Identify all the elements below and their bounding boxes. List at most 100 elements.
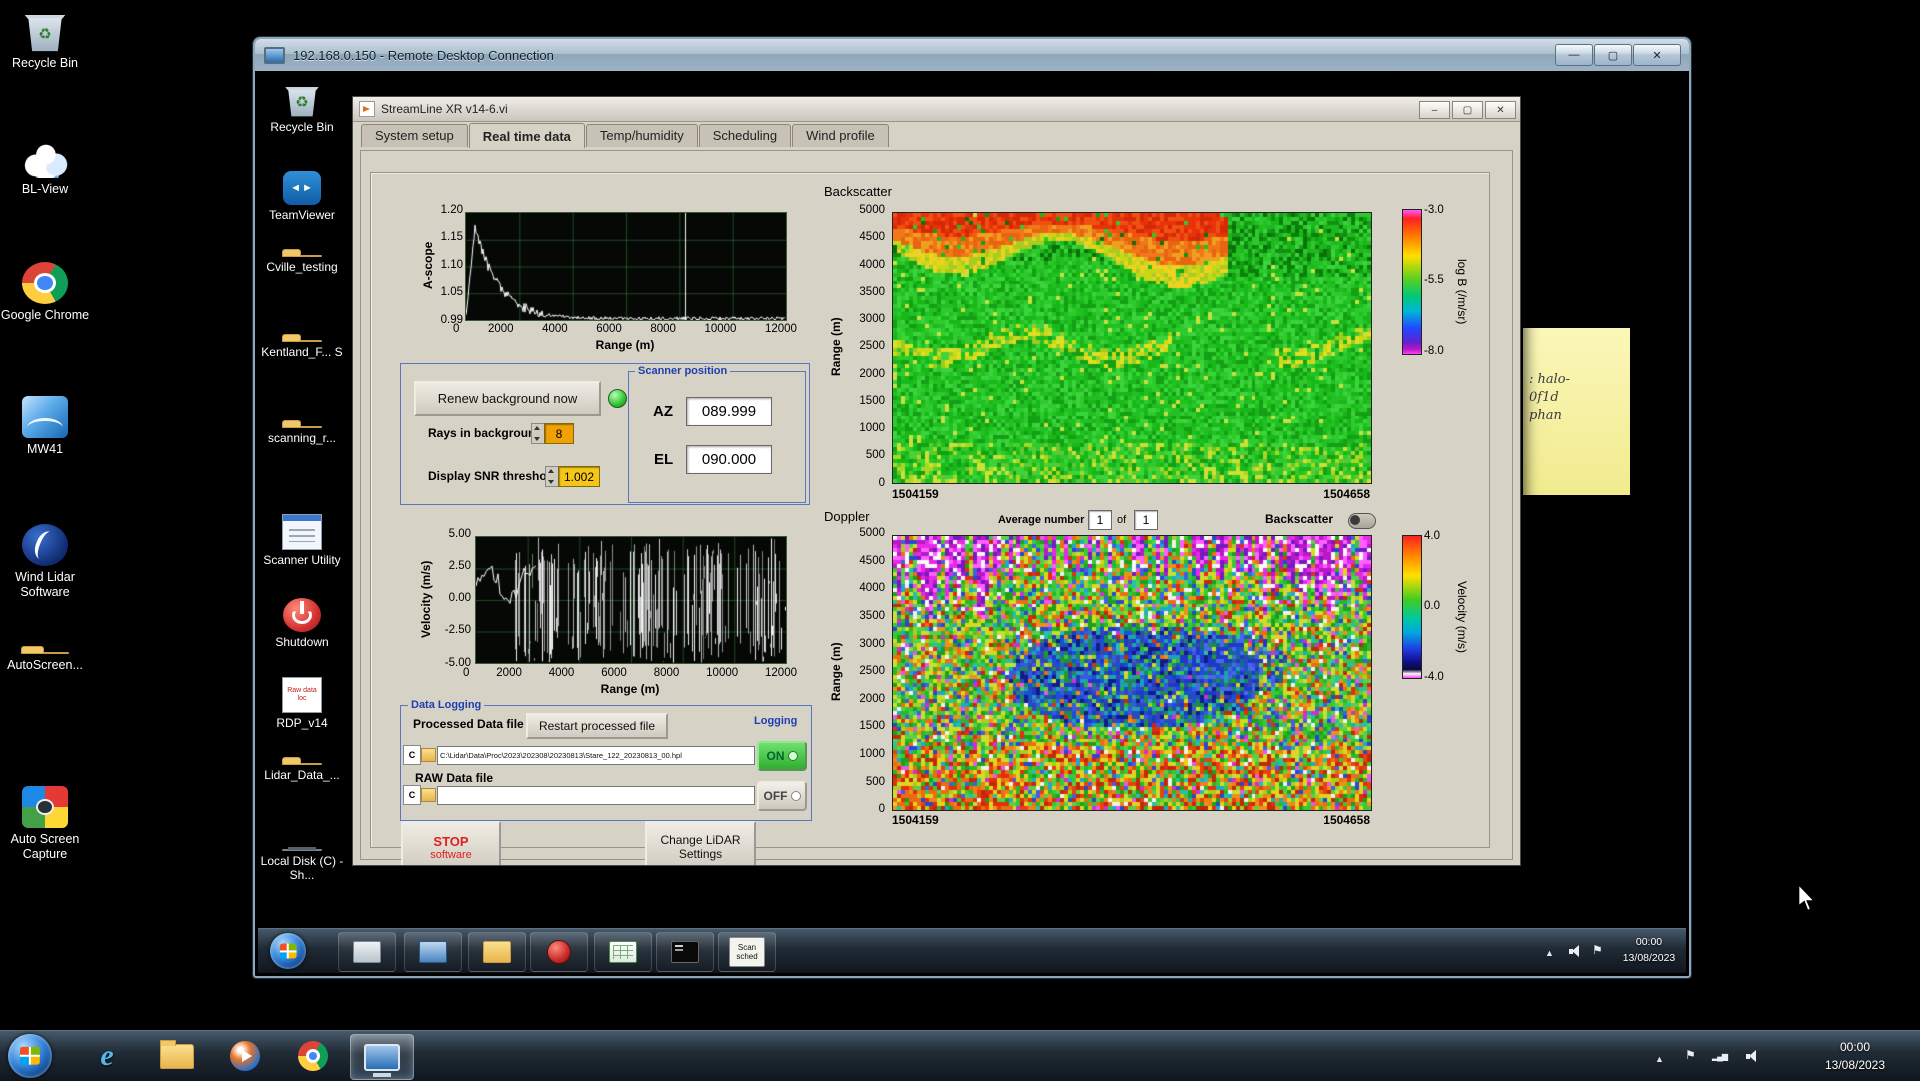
taskbar-button-explorer[interactable] bbox=[146, 1034, 208, 1078]
rdp-titlebar[interactable]: 192.168.0.150 - Remote Desktop Connectio… bbox=[255, 39, 1689, 71]
minimize-button[interactable]: — bbox=[1555, 44, 1593, 66]
remote-icon-local-disk[interactable]: Local Disk (C) - Sh... bbox=[260, 849, 344, 883]
remote-taskbar-button-folder[interactable] bbox=[468, 932, 526, 972]
taskbar-button-chrome[interactable] bbox=[282, 1034, 344, 1078]
folder-icon bbox=[282, 340, 322, 342]
tab-wind-profile[interactable]: Wind profile bbox=[792, 124, 889, 147]
tick-label: 1000 bbox=[859, 749, 885, 761]
raw-browse-button[interactable] bbox=[421, 788, 436, 802]
shutdown-icon bbox=[283, 598, 321, 632]
start-button[interactable] bbox=[8, 1034, 52, 1078]
close-button[interactable]: ✕ bbox=[1633, 44, 1681, 66]
backscatter-toggle[interactable] bbox=[1348, 513, 1376, 529]
minimize-button[interactable]: – bbox=[1419, 101, 1450, 119]
tab-real-time-data[interactable]: Real time data bbox=[469, 123, 585, 148]
desktop-icon-recycle-bin[interactable]: Recycle Bin bbox=[0, 10, 90, 71]
remote-start-button[interactable] bbox=[270, 933, 306, 969]
tray-expand-icon[interactable] bbox=[1655, 1051, 1664, 1065]
network-icon[interactable] bbox=[1712, 1048, 1727, 1062]
tick-label: 3500 bbox=[859, 611, 885, 623]
rays-value[interactable]: 8 bbox=[544, 423, 574, 444]
remote-clock-time: 00:00 bbox=[1616, 935, 1682, 951]
remote-icon-label: Lidar_Data_... bbox=[260, 768, 344, 782]
chrome-icon bbox=[22, 262, 68, 304]
tick-label: 2500 bbox=[859, 341, 885, 353]
remote-desktop-icon bbox=[364, 1044, 400, 1071]
desktop-icon-autoscreen-folder[interactable]: AutoScreen... bbox=[0, 652, 90, 673]
remote-taskbar-button-window[interactable] bbox=[404, 932, 462, 972]
stop-label: STOP bbox=[433, 834, 468, 849]
stop-label2: software bbox=[430, 849, 472, 861]
remote-icon-teamviewer[interactable]: TeamViewer bbox=[260, 171, 344, 222]
processed-path-field[interactable]: C:\Lidar\Data\Proc\2023\202308\20230813\… bbox=[437, 746, 755, 765]
tick-label: 2.50 bbox=[449, 561, 471, 573]
restart-processed-file-button[interactable]: Restart processed file bbox=[526, 713, 668, 739]
desktop-icon-auto-screen-capture[interactable]: Auto Screen Capture bbox=[0, 786, 90, 862]
taskbar-button-media-player[interactable] bbox=[214, 1034, 276, 1078]
raw-logging-off-button[interactable]: OFF bbox=[757, 781, 807, 811]
remote-icon-label: Local Disk (C) - Sh... bbox=[260, 854, 344, 883]
rays-spinner[interactable] bbox=[531, 423, 545, 444]
maximize-button[interactable]: ▢ bbox=[1452, 101, 1483, 119]
processed-logging-on-button[interactable]: ON bbox=[757, 741, 807, 771]
snr-spinner[interactable] bbox=[545, 466, 559, 487]
desktop-icon-wind-lidar[interactable]: Wind Lidar Software bbox=[0, 524, 90, 600]
folder-icon bbox=[282, 255, 322, 257]
remote-icon-scanning[interactable]: scanning_r... bbox=[260, 426, 344, 445]
taskbar-button-remote-desktop[interactable] bbox=[350, 1034, 414, 1080]
change-lidar-settings-button[interactable]: Change LiDAR Settings bbox=[645, 821, 756, 866]
remote-icon-cville-testing[interactable]: Cville_testing bbox=[260, 255, 344, 274]
remote-taskbar-button-scan-sched[interactable]: Scan sched bbox=[718, 932, 776, 972]
stop-software-button[interactable]: STOP software bbox=[401, 821, 501, 866]
raw-path-field[interactable] bbox=[437, 786, 755, 805]
sticky-note[interactable]: : halo- 0f1d phan bbox=[1523, 328, 1630, 495]
remote-taskbar-button-spreadsheet[interactable] bbox=[594, 932, 652, 972]
tick-label: 5.00 bbox=[449, 529, 471, 541]
remote-volume-icon[interactable] bbox=[1569, 945, 1584, 957]
remote-tray-expand-icon[interactable] bbox=[1545, 945, 1554, 959]
processed-browse-button[interactable] bbox=[421, 748, 436, 762]
remote-taskbar-button-terminal[interactable] bbox=[656, 932, 714, 972]
desktop-icon-mw41[interactable]: MW41 bbox=[0, 396, 90, 457]
renew-background-button[interactable]: Renew background now bbox=[414, 381, 601, 416]
screen-capture-icon bbox=[22, 786, 68, 828]
remote-icon-label: Cville_testing bbox=[260, 260, 344, 274]
remote-taskbar-button-power[interactable] bbox=[530, 932, 588, 972]
az-value[interactable]: 089.999 bbox=[686, 397, 772, 426]
desktop-icon-label: BL-View bbox=[0, 182, 90, 197]
remote-icon-kentland[interactable]: Kentland_F... S bbox=[260, 340, 344, 359]
remote-icon-recycle-bin[interactable]: Recycle Bin bbox=[260, 83, 344, 134]
desktop-icon-bl-view[interactable]: BL-View bbox=[0, 136, 90, 197]
cloud-icon bbox=[22, 136, 68, 178]
tab-system-setup[interactable]: System setup bbox=[361, 124, 468, 147]
remote-action-center-icon[interactable] bbox=[1592, 943, 1603, 957]
close-button[interactable]: ✕ bbox=[1485, 101, 1516, 119]
remote-taskbar-button-keyboard[interactable] bbox=[338, 932, 396, 972]
streamline-titlebar[interactable]: StreamLine XR v14-6.vi – ▢ ✕ bbox=[353, 97, 1520, 122]
tab-temp-humidity[interactable]: Temp/humidity bbox=[586, 124, 698, 147]
volume-icon[interactable] bbox=[1746, 1050, 1761, 1062]
processed-drive-letter[interactable]: C bbox=[403, 745, 421, 765]
remote-icon-lidar-data[interactable]: Lidar_Data_... bbox=[260, 763, 344, 782]
raw-drive-letter[interactable]: C bbox=[403, 785, 421, 805]
el-value[interactable]: 090.000 bbox=[686, 445, 772, 474]
average-number-value[interactable]: 1 bbox=[1088, 510, 1112, 530]
remote-clock[interactable]: 00:00 13/08/2023 bbox=[1616, 935, 1682, 967]
backscatter-colorbar-label: log B (/m/sr) bbox=[1454, 227, 1470, 357]
snr-value[interactable]: 1.002 bbox=[558, 466, 600, 487]
taskbar-button-internet-explorer[interactable] bbox=[76, 1034, 138, 1078]
desktop-icon-google-chrome[interactable]: Google Chrome bbox=[0, 262, 90, 323]
recycle-bin-icon bbox=[283, 83, 321, 117]
action-center-icon[interactable] bbox=[1685, 1048, 1696, 1062]
maximize-button[interactable]: ▢ bbox=[1594, 44, 1632, 66]
remote-icon-shutdown[interactable]: Shutdown bbox=[260, 598, 344, 649]
tab-scheduling[interactable]: Scheduling bbox=[699, 124, 791, 147]
tick-label: 4500 bbox=[859, 232, 885, 244]
rdp-window: 192.168.0.150 - Remote Desktop Connectio… bbox=[253, 37, 1691, 978]
average-of-count[interactable]: 1 bbox=[1134, 510, 1158, 530]
scan-scheduler-icon: Scan sched bbox=[729, 937, 765, 967]
host-clock[interactable]: 00:00 13/08/2023 bbox=[1800, 1038, 1910, 1074]
remote-icon-scanner-utility[interactable]: Scanner Utility bbox=[260, 514, 344, 567]
remote-icon-rdp-v14[interactable]: Raw data loc RDP_v14 bbox=[260, 677, 344, 730]
sticky-note-line: 0f1d bbox=[1529, 390, 1630, 405]
